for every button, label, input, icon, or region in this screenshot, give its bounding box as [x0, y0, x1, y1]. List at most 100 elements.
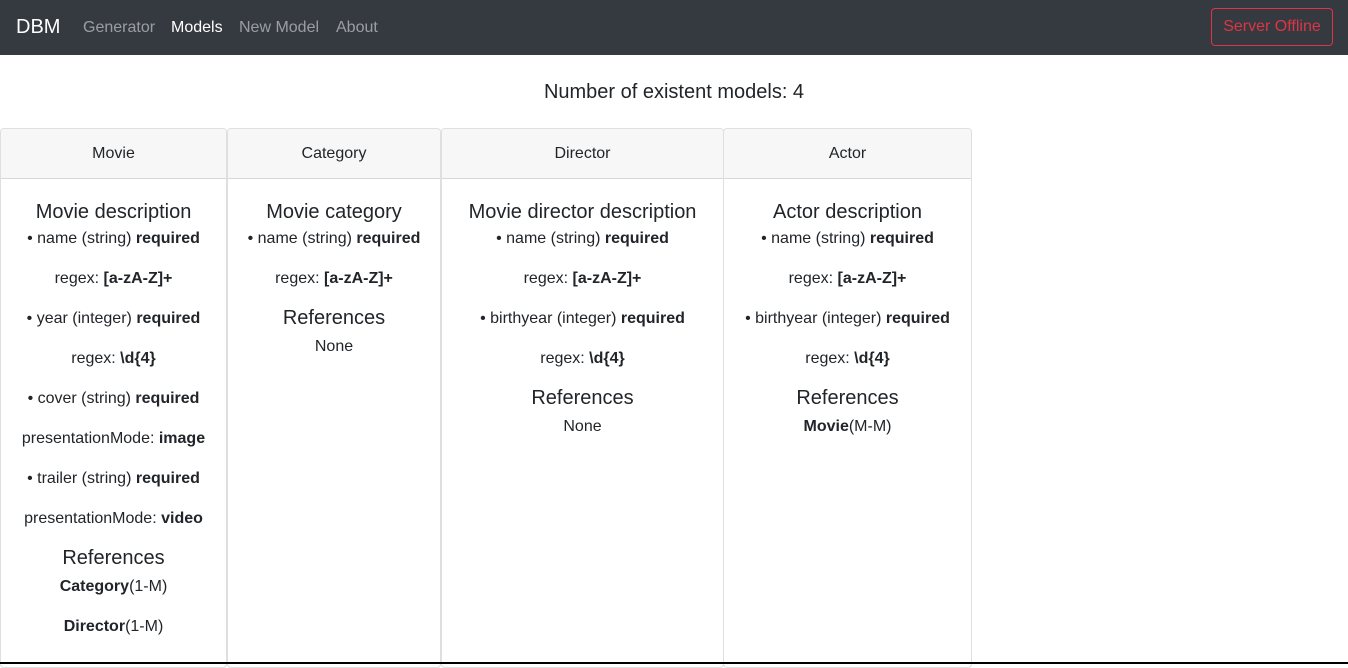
model-card-header[interactable]: Director: [442, 129, 723, 179]
attribute-extra-value: \d{4}: [854, 350, 890, 367]
model-card-body: Movie category • name (string) required re…: [228, 179, 440, 357]
nav-link-new-model[interactable]: New Model: [239, 17, 319, 38]
nav-link-generator[interactable]: Generator: [83, 17, 155, 38]
attribute-required: required: [135, 230, 200, 247]
attribute-line: • cover (string) required: [27, 390, 200, 407]
attribute-extra-value: \d{4}: [589, 350, 625, 367]
reference-model[interactable]: Director: [64, 618, 125, 635]
bullet-icon: •: [247, 230, 258, 247]
model-card-header[interactable]: Movie: [1, 129, 226, 179]
attribute-type: integer: [562, 310, 612, 327]
model-card-category: Category Movie category • name (string) re…: [227, 128, 441, 668]
attribute-required: required: [620, 310, 685, 327]
model-card-body: Actor description • name (string) require…: [724, 179, 971, 437]
attribute-extra-key: regex:: [788, 270, 834, 287]
references-title: References: [282, 307, 386, 329]
bullet-icon: •: [27, 230, 38, 247]
attribute-required: required: [356, 230, 421, 247]
attribute-name: cover: [37, 390, 77, 407]
attribute-type: string: [86, 390, 126, 407]
models-count-heading: Number of existent models: 4: [543, 81, 805, 103]
references-title: References: [531, 387, 634, 409]
bullet-icon: •: [26, 310, 37, 327]
nav-link-about[interactable]: About: [336, 17, 378, 38]
attribute-extra-value: [a-zA-Z]+: [837, 270, 907, 287]
attribute-extra-line: regex: \d{4}: [442, 349, 723, 369]
attribute-extra-line: presentationMode: image: [1, 429, 226, 449]
reference-relation: (1-M): [129, 578, 168, 595]
attribute-required: required: [604, 230, 669, 247]
reference-model[interactable]: Movie: [804, 418, 849, 435]
attribute-line: • name (string) required: [496, 230, 669, 247]
model-card-actor: Actor Actor description • name (string) re…: [723, 128, 972, 668]
attribute-type: string: [86, 230, 127, 247]
model-card-movie: Movie Movie description • name (string) re…: [0, 128, 227, 668]
attribute-name: birthyear: [755, 310, 818, 327]
references-title: References: [796, 387, 899, 409]
model-card-body: Movie director description • name (string…: [442, 179, 723, 437]
brand-logo[interactable]: DBM: [16, 14, 60, 41]
nav-link-models[interactable]: Models: [171, 17, 223, 38]
attribute-extra-line: regex: [a-zA-Z]+: [442, 269, 723, 289]
attribute-name: name: [771, 230, 812, 247]
attribute-required: required: [136, 310, 201, 327]
attribute-extra-key: regex:: [71, 350, 116, 367]
reference-model[interactable]: Category: [60, 578, 129, 595]
model-description: Actor description: [773, 201, 922, 223]
attribute-extra-value: \d{4}: [120, 350, 156, 367]
attribute-line: • name (string) required: [27, 230, 200, 247]
attribute-extra-line: presentationMode: video: [1, 509, 226, 529]
attribute-type: string: [307, 230, 347, 247]
attribute-type: integer: [827, 310, 877, 327]
bullet-icon: •: [27, 470, 38, 487]
reference-relation: (1-M): [125, 618, 164, 635]
references-none: None: [563, 418, 602, 435]
references-title: References: [62, 547, 165, 569]
attribute-line: • name (string) required: [247, 230, 421, 247]
attribute-name: name: [506, 230, 547, 247]
attribute-required: required: [869, 230, 934, 247]
reference-relation: (M-M): [848, 418, 892, 435]
model-card-director: Director Movie director description • name…: [441, 128, 724, 668]
attribute-type: string: [86, 470, 127, 487]
attribute-extra-key: regex:: [540, 350, 585, 367]
attribute-extra-key: presentationMode:: [24, 510, 157, 527]
attribute-extra-line: regex: [a-zA-Z]+: [1, 269, 226, 289]
attribute-type: integer: [77, 310, 127, 327]
attribute-type: string: [555, 230, 596, 247]
attribute-type: string: [820, 230, 861, 247]
attribute-extra-key: regex:: [54, 270, 100, 287]
attribute-extra-line: regex: [a-zA-Z]+: [724, 269, 971, 289]
attribute-extra-value: [a-zA-Z]+: [324, 270, 393, 287]
bullet-icon: •: [496, 230, 507, 247]
attribute-extra-key: regex:: [275, 270, 320, 287]
bullet-icon: •: [480, 310, 491, 327]
bullet-icon: •: [745, 310, 756, 327]
attribute-required: required: [135, 390, 200, 407]
server-status-button[interactable]: Server Offline: [1211, 8, 1333, 46]
reference-line: Movie(M-M): [724, 417, 971, 437]
model-description: Movie category: [266, 201, 402, 223]
model-card-body: Movie description • name (string) require…: [1, 179, 226, 637]
bullet-icon: •: [27, 390, 38, 407]
attribute-extra-line: regex: [a-zA-Z]+: [228, 269, 440, 289]
attribute-required: required: [135, 470, 200, 487]
reference-line: Director(1-M): [1, 617, 226, 637]
navbar: DBM Generator Models New Model About Ser…: [0, 0, 1348, 55]
attribute-extra-value: [a-zA-Z]+: [103, 270, 173, 287]
attribute-line: • birthyear (integer) required: [745, 310, 950, 327]
attribute-name: name: [37, 230, 78, 247]
model-description: Movie description: [35, 201, 192, 223]
attribute-name: birthyear: [490, 310, 553, 327]
attribute-extra-value: video: [161, 510, 203, 527]
attribute-line: • name (string) required: [761, 230, 934, 247]
attribute-line: • birthyear (integer) required: [480, 310, 685, 327]
references-none: None: [314, 338, 354, 355]
attribute-line: • year (integer) required: [26, 310, 201, 327]
attribute-extra-value: image: [158, 430, 206, 447]
attribute-extra-key: regex:: [523, 270, 569, 287]
model-description: Movie director description: [468, 201, 697, 223]
attribute-extra-key: regex:: [805, 350, 850, 367]
model-card-header[interactable]: Category: [228, 129, 440, 179]
model-card-header[interactable]: Actor: [724, 129, 971, 179]
